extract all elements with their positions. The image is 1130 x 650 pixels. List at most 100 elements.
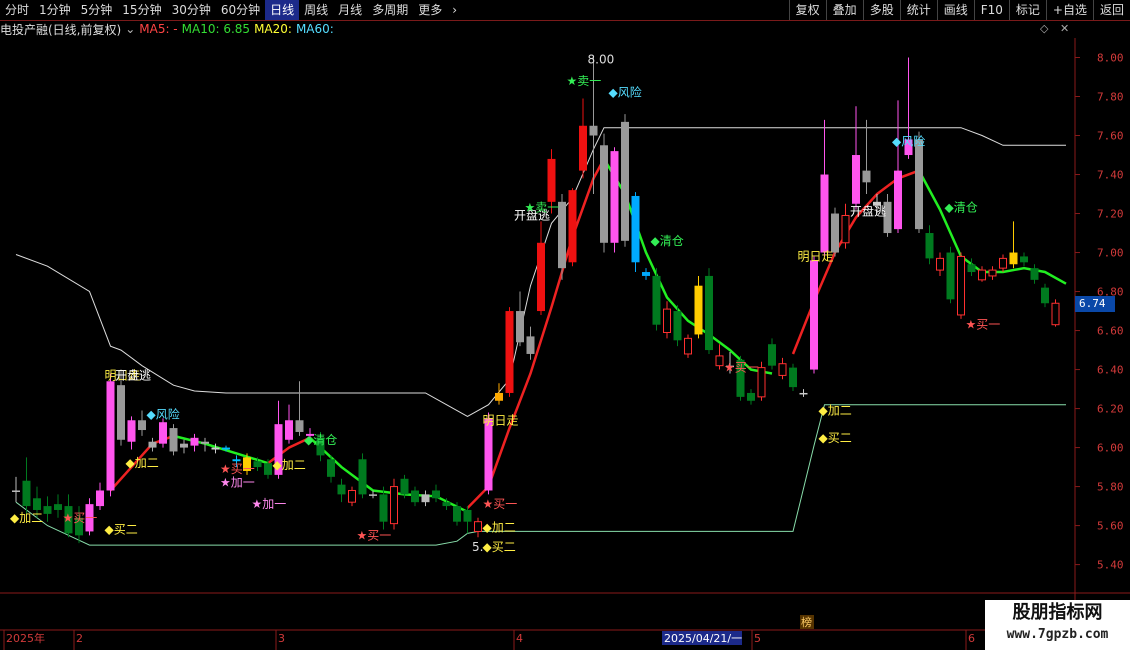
- candle-body: [915, 139, 923, 230]
- candle-body: [159, 422, 167, 444]
- candle-body: [232, 459, 241, 462]
- ma20-label: MA20:: [254, 22, 292, 36]
- period-tab-0[interactable]: 分时: [0, 0, 34, 20]
- candle-body: [568, 190, 577, 263]
- date-tick-label: 2025年: [6, 631, 45, 645]
- date-tick-label: 6: [968, 632, 975, 645]
- candle-body: [127, 420, 136, 442]
- tool-button-5[interactable]: F10: [973, 0, 1009, 20]
- signal-label: ★买一: [966, 318, 1001, 332]
- signal-label: ◆清仓: [304, 433, 337, 447]
- candle-body: [841, 214, 850, 244]
- candle-body: [999, 257, 1007, 269]
- y-tick-label: 8.00: [1097, 52, 1124, 65]
- diamond-icon[interactable]: ◇: [1040, 22, 1048, 35]
- candle-body: [484, 418, 493, 491]
- tool-button-2[interactable]: 多股: [862, 0, 900, 20]
- candle-body: [190, 437, 199, 446]
- candle-body: [348, 489, 356, 503]
- candle-body: [54, 504, 62, 510]
- badge-label: 榜: [801, 615, 812, 629]
- tools-toolbar: 复权 叠加 多股 统计 画线 F10 标记 +自选 返回: [788, 0, 1130, 20]
- signal-label: ◆加二: [273, 458, 306, 472]
- candle-body: [358, 459, 367, 495]
- candle-body: [180, 443, 188, 448]
- date-highlight-label: 2025/04/21/一: [664, 632, 742, 645]
- signal-label: ◆买二: [819, 431, 852, 445]
- candle-body: [22, 480, 31, 507]
- candle-body: [925, 233, 934, 259]
- candle-body: [621, 121, 629, 241]
- tool-button-1[interactable]: 叠加: [825, 0, 863, 20]
- candle-body: [33, 498, 41, 510]
- candle-body: [831, 213, 839, 253]
- signal-label: ★买一: [357, 528, 392, 542]
- candle-body: [516, 311, 524, 343]
- signal-label: ★买一: [63, 511, 98, 525]
- candle-body: [505, 311, 514, 393]
- candle-body: [222, 447, 230, 450]
- tool-button-3[interactable]: 统计: [899, 0, 937, 20]
- tool-button-4[interactable]: 画线: [936, 0, 974, 20]
- period-tab-2[interactable]: 5分钟: [76, 0, 118, 20]
- panel-icons: ◇ ✕: [1040, 22, 1069, 35]
- candle-body: [799, 392, 808, 395]
- candle-body: [400, 478, 409, 495]
- close-icon[interactable]: ✕: [1060, 22, 1069, 35]
- candle-body: [988, 269, 997, 277]
- tool-button-6[interactable]: 标记: [1008, 0, 1046, 20]
- y-tick-label: 7.80: [1097, 91, 1124, 104]
- watermark-url: www.7gpzb.com: [1006, 627, 1109, 642]
- candle-body: [1009, 252, 1018, 265]
- tool-button-7[interactable]: +自选: [1045, 0, 1093, 20]
- signal-label: 开盘逃: [850, 204, 886, 219]
- period-tab-3[interactable]: 15分钟: [117, 0, 166, 20]
- candle-body: [421, 494, 430, 503]
- y-tick-label: 6.40: [1097, 364, 1124, 377]
- signal-label: ◆买二: [483, 540, 516, 554]
- candle-body: [537, 242, 545, 312]
- signal-label: ★买一: [220, 462, 255, 476]
- tool-button-8[interactable]: 返回: [1092, 0, 1130, 20]
- candle-body: [579, 125, 587, 171]
- period-tab-1[interactable]: 1分钟: [34, 0, 76, 20]
- more-chevron-icon[interactable]: ›: [447, 0, 462, 20]
- candle-body: [453, 506, 461, 522]
- period-tab-5[interactable]: 60分钟: [216, 0, 265, 20]
- period-tab-4[interactable]: 30分钟: [167, 0, 216, 20]
- candle-body: [442, 502, 451, 507]
- signal-label: ★加一: [252, 497, 287, 511]
- signal-label: ◆加二: [10, 511, 43, 525]
- period-tab-7[interactable]: 周线: [299, 0, 333, 20]
- date-tick-label: 5: [754, 632, 761, 645]
- y-tick-label: 5.60: [1097, 520, 1124, 533]
- line-trend-down-1: [173, 434, 269, 465]
- ma60-label: MA60:: [295, 22, 334, 36]
- signal-label: ★卖一: [567, 74, 602, 88]
- signal-label: ◆风险: [609, 85, 642, 100]
- stock-title: 电投产融(日线,前复权): [0, 22, 122, 37]
- y-tick-label: 5.40: [1097, 559, 1124, 572]
- period-tab-10[interactable]: 更多: [413, 0, 447, 20]
- candle-body: [201, 441, 209, 444]
- candle-body: [390, 486, 398, 525]
- candle-body: [820, 174, 829, 253]
- indicator-info-bar: 电投产融(日线,前复权) ⌄ MA5: - MA10: 6.85 MA20: M…: [0, 21, 1075, 37]
- signal-label: ◆清仓: [651, 234, 684, 248]
- candle-body: [547, 158, 556, 202]
- candle-body: [1041, 287, 1049, 304]
- candle-body: [894, 170, 902, 230]
- period-tab-9[interactable]: 多周期: [367, 0, 413, 20]
- candle-body: [337, 484, 346, 495]
- signal-label: ★加一: [220, 476, 255, 490]
- candle-body: [600, 145, 608, 243]
- candle-body: [789, 367, 797, 388]
- dropdown-chevron-icon[interactable]: ⌄: [125, 22, 135, 36]
- y-tick-label: 7.40: [1097, 169, 1124, 182]
- candle-body: [1020, 256, 1028, 263]
- signal-label: ◆加二: [483, 521, 516, 535]
- tool-button-0[interactable]: 复权: [788, 0, 826, 20]
- signal-label: 明日走: [483, 413, 519, 427]
- period-tab-8[interactable]: 月线: [333, 0, 367, 20]
- period-tab-6[interactable]: 日线: [265, 0, 300, 20]
